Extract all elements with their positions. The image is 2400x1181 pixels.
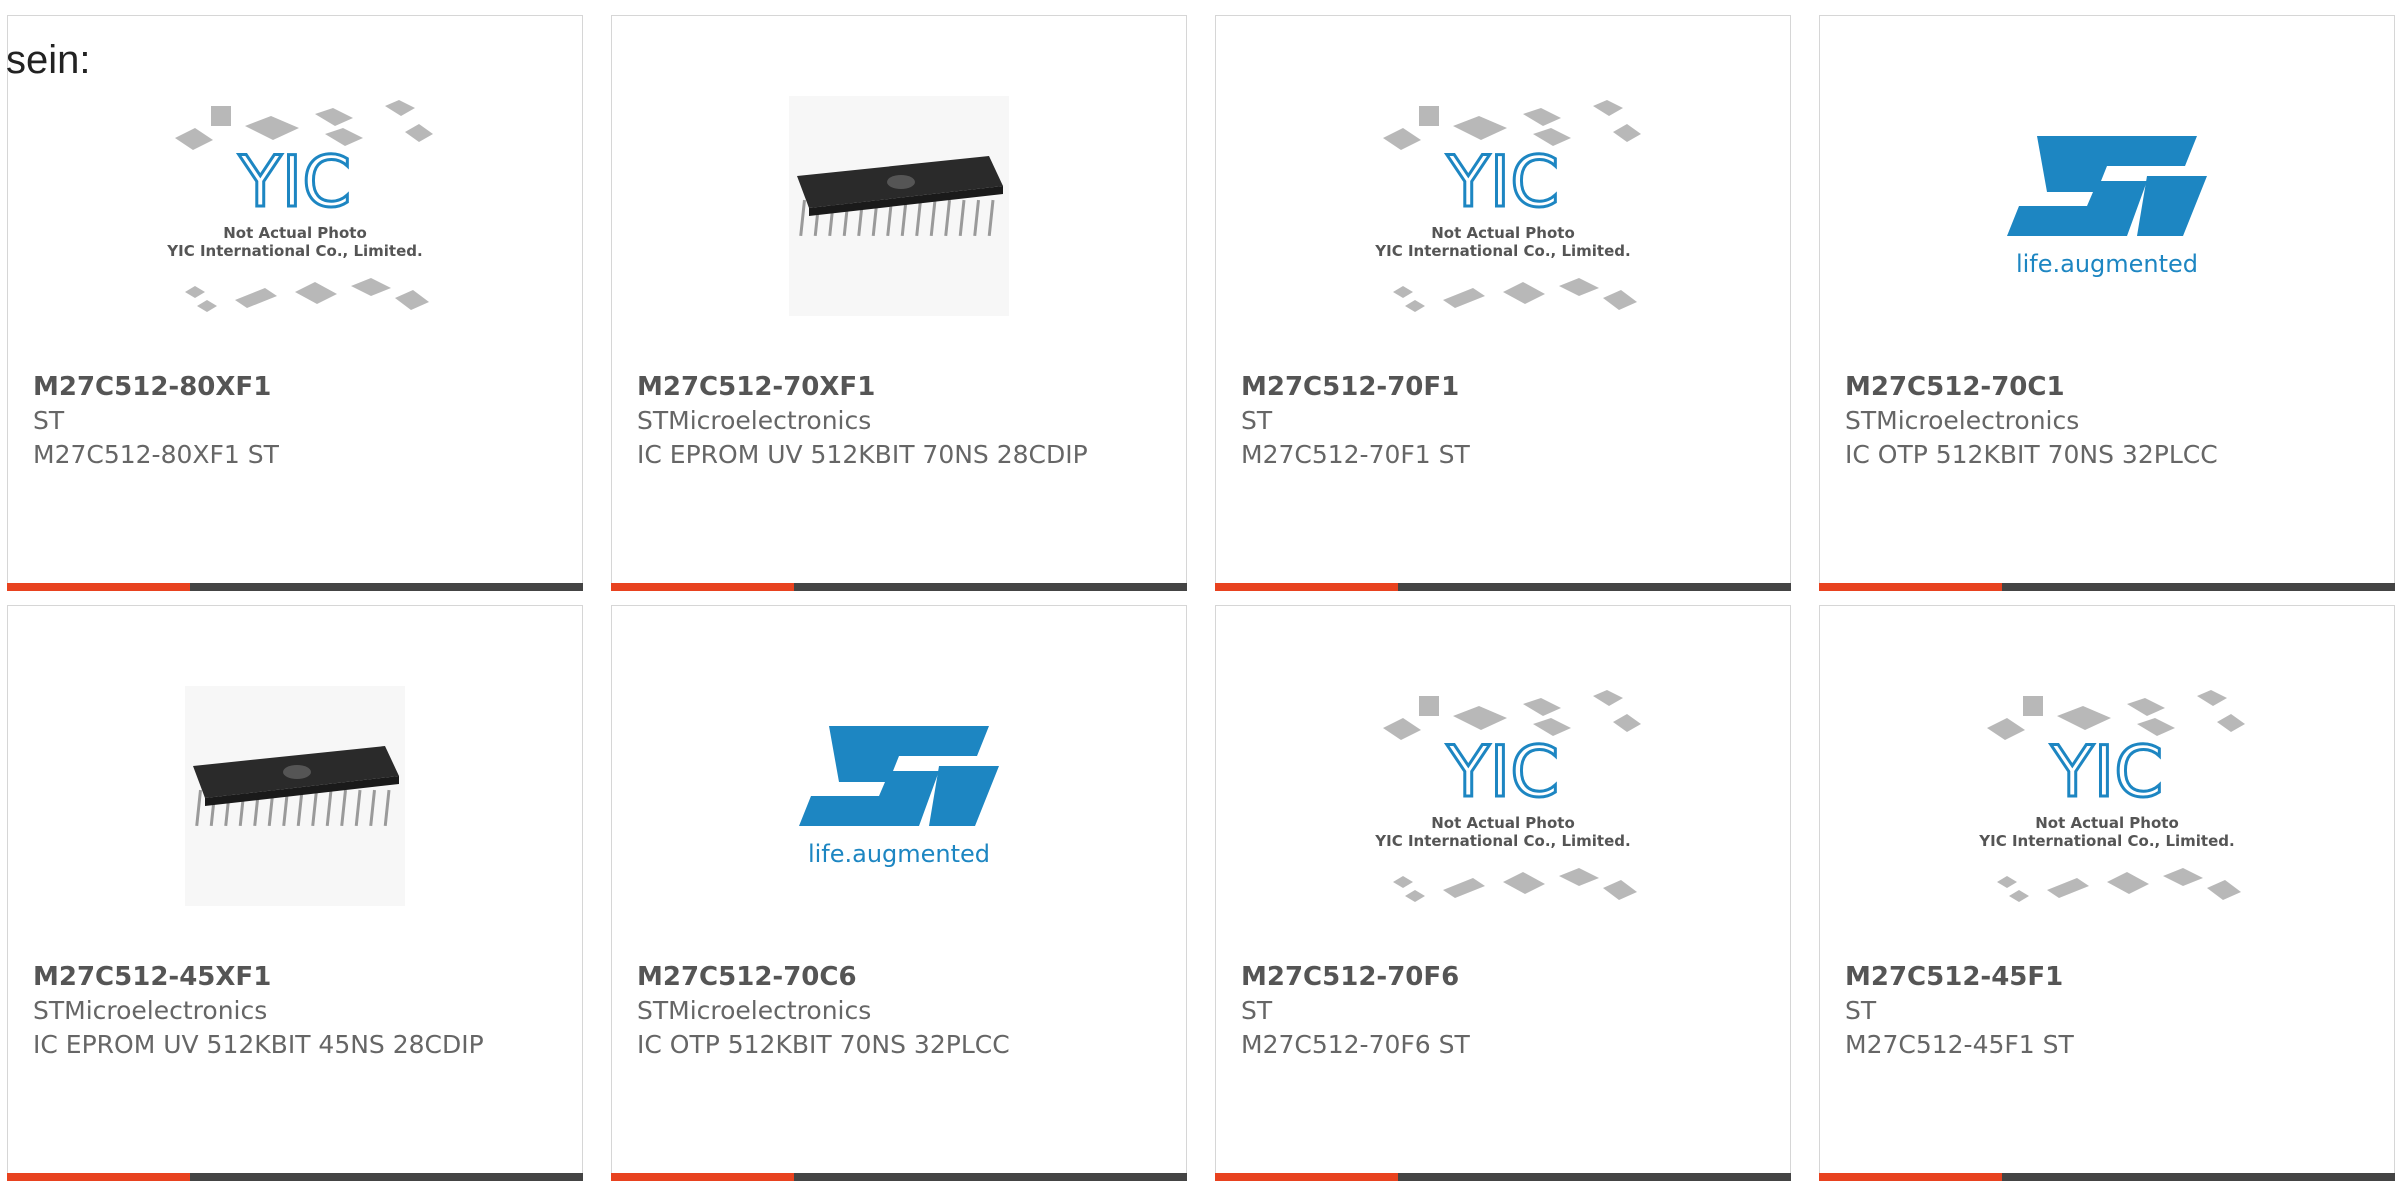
product-image[interactable]: YIC Not Actual Photo YIC International Co.… [48,56,542,356]
product-card-m27c512-70f6[interactable]: YIC Not Actual Photo YIC International Co.… [1215,605,1791,1181]
card-bottom-bar-accent [1819,1173,2002,1181]
product-image[interactable]: life.augmented [652,646,1146,946]
product-image[interactable]: YIC Not Actual Photo YIC International Co.… [1256,56,1750,356]
st-logo-icon [2007,136,2207,236]
section-heading: sein: [6,38,91,82]
part-number-link[interactable]: M27C512-70C1 [1845,370,2354,404]
description: M27C512-70F1 ST [1241,440,1470,469]
part-number-link[interactable]: M27C512-80XF1 [33,370,542,404]
eprom-chip-icon [789,96,1009,316]
product-card-m27c512-70c1[interactable]: life.augmented M27C512-70C1 STMicroelect… [1819,15,2395,591]
yic-logo-icon: YIC [2050,731,2163,813]
product-image[interactable]: YIC Not Actual Photo YIC International Co.… [1256,646,1750,946]
card-bottom-bar [1819,583,2395,591]
card-bottom-bar [1215,583,1791,591]
product-info: M27C512-80XF1 ST M27C512-80XF1 ST [33,370,542,472]
card-bottom-bar-accent [1215,583,1398,591]
image-caption-line: Not Actual Photo [1431,814,1575,832]
product-info: M27C512-70XF1 STMicroelectronics IC EPRO… [637,370,1146,472]
card-bottom-bar [1819,1173,2395,1181]
yic-logo-icon: YIC [1446,141,1559,223]
product-image[interactable] [48,646,542,946]
manufacturer: ST [1241,406,1273,435]
package-shapes-icon [1393,278,1637,312]
manufacturer: ST [33,406,65,435]
card-bottom-bar-accent [611,583,794,591]
package-shapes-icon [1997,868,2241,902]
product-image[interactable]: life.augmented [1860,56,2354,356]
product-info: M27C512-70C1 STMicroelectronics IC OTP 5… [1845,370,2354,472]
st-tagline: life.augmented [2016,250,2198,278]
part-number-link[interactable]: M27C512-45F1 [1845,960,2354,994]
manufacturer: STMicroelectronics [1845,406,2080,435]
st-tagline: life.augmented [808,840,990,868]
package-shapes-icon [1393,868,1637,902]
yic-logo-icon: YIC [238,141,351,223]
card-bottom-bar [611,583,1187,591]
part-number-link[interactable]: M27C512-70XF1 [637,370,1146,404]
description: M27C512-80XF1 ST [33,440,279,469]
product-card-m27c512-70xf1[interactable]: M27C512-70XF1 STMicroelectronics IC EPRO… [611,15,1187,591]
product-image[interactable] [652,56,1146,356]
card-bottom-bar-accent [7,583,190,591]
part-number-link[interactable]: M27C512-70F1 [1241,370,1750,404]
product-info: M27C512-70F6 ST M27C512-70F6 ST [1241,960,1750,1062]
product-card-m27c512-70f1[interactable]: YIC Not Actual Photo YIC International Co.… [1215,15,1791,591]
image-caption-line: Not Actual Photo [1431,224,1575,242]
part-number-link[interactable]: M27C512-70C6 [637,960,1146,994]
card-bottom-bar [611,1173,1187,1181]
card-bottom-bar-accent [1819,583,2002,591]
manufacturer: STMicroelectronics [33,996,268,1025]
st-logo-icon [799,726,999,826]
card-bottom-bar-accent [611,1173,794,1181]
package-shapes-icon [185,278,429,312]
product-info: M27C512-45XF1 STMicroelectronics IC EPRO… [33,960,542,1062]
part-number-link[interactable]: M27C512-45XF1 [33,960,542,994]
eprom-chip-icon [185,686,405,906]
product-info: M27C512-70C6 STMicroelectronics IC OTP 5… [637,960,1146,1062]
description: M27C512-45F1 ST [1845,1030,2074,1059]
part-number-link[interactable]: M27C512-70F6 [1241,960,1750,994]
manufacturer: ST [1241,996,1273,1025]
product-info: M27C512-45F1 ST M27C512-45F1 ST [1845,960,2354,1062]
product-card-m27c512-45xf1[interactable]: M27C512-45XF1 STMicroelectronics IC EPRO… [7,605,583,1181]
manufacturer: STMicroelectronics [637,406,872,435]
card-bottom-bar-accent [7,1173,190,1181]
description: IC OTP 512KBIT 70NS 32PLCC [1845,440,2218,469]
product-image[interactable]: YIC Not Actual Photo YIC International Co.… [1860,646,2354,946]
product-card-m27c512-80xf1[interactable]: YIC Not Actual Photo YIC International Co.… [7,15,583,591]
card-bottom-bar [1215,1173,1791,1181]
description: M27C512-70F6 ST [1241,1030,1470,1059]
image-caption-line: YIC International Co., Limited. [1374,832,1630,850]
image-caption-line: Not Actual Photo [2035,814,2179,832]
image-caption-line: YIC International Co., Limited. [1978,832,2234,850]
manufacturer: STMicroelectronics [637,996,872,1025]
image-caption-line: YIC International Co., Limited. [1374,242,1630,260]
image-caption-line: Not Actual Photo [223,224,367,242]
card-bottom-bar [7,583,583,591]
card-bottom-bar-accent [1215,1173,1398,1181]
description: IC EPROM UV 512KBIT 45NS 28CDIP [33,1030,484,1059]
description: IC EPROM UV 512KBIT 70NS 28CDIP [637,440,1088,469]
product-card-m27c512-70c6[interactable]: life.augmented M27C512-70C6 STMicroelect… [611,605,1187,1181]
product-card-m27c512-45f1[interactable]: YIC Not Actual Photo YIC International Co.… [1819,605,2395,1181]
image-caption-line: YIC International Co., Limited. [166,242,422,260]
description: IC OTP 512KBIT 70NS 32PLCC [637,1030,1010,1059]
yic-logo-icon: YIC [1446,731,1559,813]
card-bottom-bar [7,1173,583,1181]
product-info: M27C512-70F1 ST M27C512-70F1 ST [1241,370,1750,472]
manufacturer: ST [1845,996,1877,1025]
